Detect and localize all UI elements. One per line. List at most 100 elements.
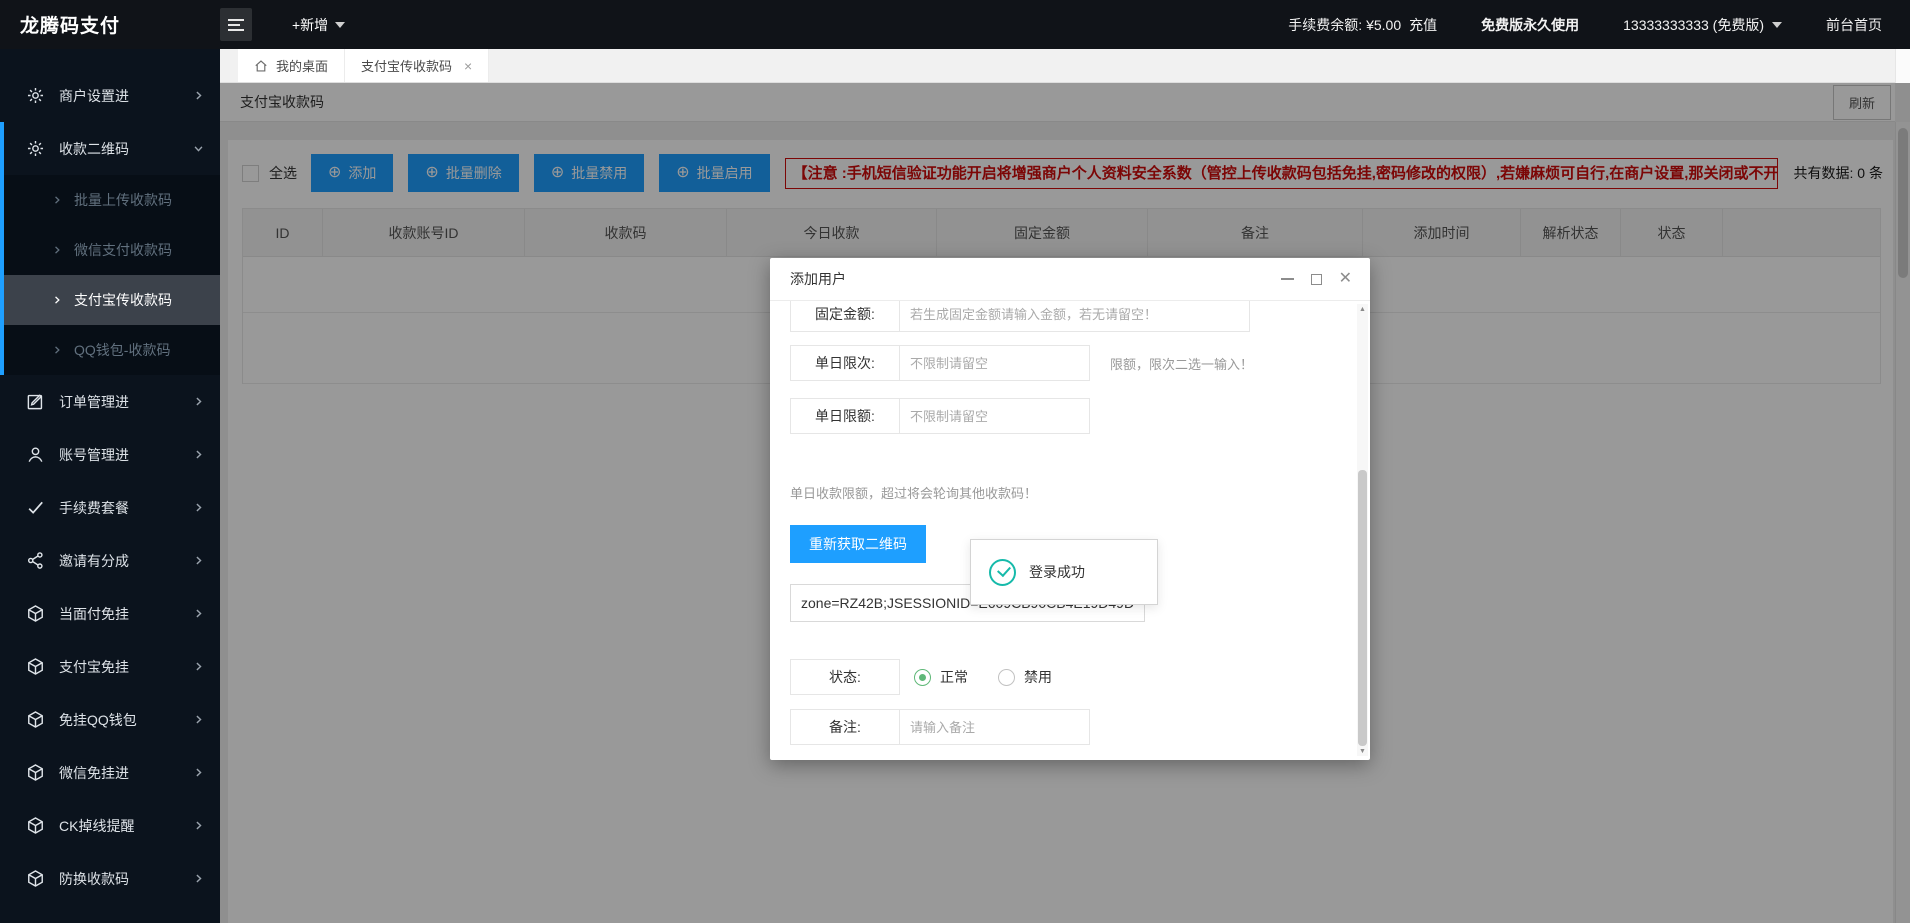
menu-toggle-button[interactable] xyxy=(220,8,252,41)
plus-circle-icon: ⊕ xyxy=(425,165,438,181)
sidebar-group: 商户设置进 xyxy=(0,69,220,122)
column-header-状态: 状态 xyxy=(1621,209,1723,256)
batch-delete-button[interactable]: ⊕ 批量删除 xyxy=(408,154,518,192)
chevron-right-icon xyxy=(193,555,204,566)
sidebar-group: 防换收款码 xyxy=(0,852,220,905)
sidebar-item-label: 当面付免挂 xyxy=(59,604,129,624)
sidebar-submenu: 批量上传收款码微信支付收款码支付宝传收款码QQ钱包-收款码 xyxy=(4,175,220,375)
select-all-checkbox[interactable] xyxy=(242,165,259,182)
sidebar-item-label: 收款二维码 xyxy=(59,139,129,159)
chevron-down-icon xyxy=(193,143,204,154)
success-check-icon xyxy=(989,559,1016,586)
daily-amount-row: 单日限额: xyxy=(790,398,1090,434)
sidebar-item-label: 免挂QQ钱包 xyxy=(59,710,137,730)
sidebar-item-支付宝免挂[interactable]: 支付宝免挂 xyxy=(4,640,220,693)
recharge-link[interactable]: 充值 xyxy=(1409,15,1437,35)
sidebar-item-邀请有分成[interactable]: 邀请有分成 xyxy=(4,534,220,587)
sidebar-item-label: 商户设置进 xyxy=(59,86,129,106)
sidebar-item-label: 微信免挂进 xyxy=(59,763,129,783)
new-add-label: +新增 xyxy=(292,15,328,35)
button-label: 添加 xyxy=(348,163,376,183)
sidebar-item-微信免挂进[interactable]: 微信免挂进 xyxy=(4,746,220,799)
hamburger-icon xyxy=(228,19,244,21)
column-header-固定金额: 固定金额 xyxy=(937,209,1148,256)
status-radio-禁用[interactable]: 禁用 xyxy=(998,667,1052,687)
minimize-button[interactable] xyxy=(1281,278,1294,280)
edit-icon xyxy=(26,392,45,411)
remark-input[interactable] xyxy=(900,709,1090,745)
edition-badge: 免费版永久使用 xyxy=(1481,15,1579,35)
scroll-down-icon[interactable]: ▼ xyxy=(1357,746,1368,756)
sidebar-group: 手续费套餐 xyxy=(0,481,220,534)
tab-我的桌面[interactable]: 我的桌面 xyxy=(238,49,345,82)
maximize-button[interactable] xyxy=(1311,274,1322,285)
daily-amount-label: 单日限额: xyxy=(790,398,900,434)
plus-circle-icon: ⊕ xyxy=(328,165,341,181)
window-controls: ✕ xyxy=(1281,271,1352,287)
daily-amount-input[interactable] xyxy=(900,398,1090,434)
chevron-right-icon xyxy=(52,195,62,205)
frontend-home-link[interactable]: 前台首页 xyxy=(1826,15,1882,35)
chevron-right-icon xyxy=(193,90,204,101)
tab-支付宝传收款码[interactable]: 支付宝传收款码 × xyxy=(345,49,489,82)
column-header-收款账号ID: 收款账号ID xyxy=(323,209,525,256)
batch-enable-button[interactable]: ⊕ 批量启用 xyxy=(659,154,769,192)
close-button[interactable]: ✕ xyxy=(1339,271,1352,287)
new-add-dropdown[interactable]: +新增 xyxy=(292,15,345,35)
button-label: 批量启用 xyxy=(697,163,753,183)
fixed-amount-label: 固定金额: xyxy=(790,301,900,332)
sidebar-subitem-QQ钱包-收款码[interactable]: QQ钱包-收款码 xyxy=(4,325,220,375)
sidebar-subitem-微信支付收款码[interactable]: 微信支付收款码 xyxy=(4,225,220,275)
modal-title: 添加用户 xyxy=(790,269,846,289)
modal-body: 固定金额: 单日限次: 限额，限次二选一输入！ 单日限额: 单日收款限额，超过将… xyxy=(770,301,1356,760)
sidebar-item-免挂QQ钱包[interactable]: 免挂QQ钱包 xyxy=(4,693,220,746)
sidebar-group: CK掉线提醒 xyxy=(0,799,220,852)
radio-label: 正常 xyxy=(940,667,968,687)
sidebar-item-收款二维码[interactable]: 收款二维码 xyxy=(4,122,220,175)
table-header-row: ID收款账号ID收款码今日收款固定金额备注添加时间解析状态状态 xyxy=(243,209,1880,257)
page-scrollbar-thumb[interactable] xyxy=(1898,128,1908,278)
tab-label: 支付宝传收款码 xyxy=(361,56,452,75)
sidebar-item-label: 手续费套餐 xyxy=(59,498,129,518)
sidebar-item-手续费套餐[interactable]: 手续费套餐 xyxy=(4,481,220,534)
page-scrollbar[interactable] xyxy=(1895,122,1910,923)
modal-scrollbar-thumb[interactable] xyxy=(1358,470,1367,746)
account-dropdown[interactable]: 13333333333 (免费版) xyxy=(1623,15,1782,35)
sidebar-item-账号管理进[interactable]: 账号管理进 xyxy=(4,428,220,481)
sidebar-subitem-支付宝传收款码[interactable]: 支付宝传收款码 xyxy=(4,275,220,325)
sidebar-item-当面付免挂[interactable]: 当面付免挂 xyxy=(4,587,220,640)
status-radio-正常[interactable]: 正常 xyxy=(914,667,968,687)
login-success-toast: 登录成功 xyxy=(970,539,1158,605)
fixed-amount-input[interactable] xyxy=(900,301,1250,332)
scroll-up-icon[interactable]: ▲ xyxy=(1357,304,1368,314)
sidebar-item-label: CK掉线提醒 xyxy=(59,816,134,836)
cube-icon xyxy=(26,657,45,676)
modal-scrollbar[interactable]: ▲ ▼ xyxy=(1357,304,1368,756)
add-button[interactable]: ⊕ 添加 xyxy=(311,154,393,192)
sidebar-item-商户设置进[interactable]: 商户设置进 xyxy=(4,69,220,122)
toast-message: 登录成功 xyxy=(1029,562,1085,582)
page-scrollbar-top[interactable] xyxy=(1895,49,1910,83)
tab-close-icon[interactable]: × xyxy=(464,58,472,74)
sidebar-item-CK掉线提醒[interactable]: CK掉线提醒 xyxy=(4,799,220,852)
button-label: 批量删除 xyxy=(446,163,502,183)
sidebar-item-订单管理进[interactable]: 订单管理进 xyxy=(4,375,220,428)
cube-icon xyxy=(26,816,45,835)
sidebar-group: 支付宝免挂 xyxy=(0,640,220,693)
refetch-qrcode-button[interactable]: 重新获取二维码 xyxy=(790,525,926,563)
chevron-right-icon xyxy=(52,295,62,305)
sidebar: 商户设置进收款二维码批量上传收款码微信支付收款码支付宝传收款码QQ钱包-收款码订… xyxy=(0,49,220,923)
sms-notice: 【注意 :手机短信验证功能开启将增强商户个人资料安全系数（管控上传收款码包括免挂… xyxy=(785,158,1778,189)
batch-disable-button[interactable]: ⊕批量禁用 xyxy=(534,154,644,192)
sidebar-subitem-批量上传收款码[interactable]: 批量上传收款码 xyxy=(4,175,220,225)
user-icon xyxy=(26,445,45,464)
refresh-button[interactable]: 刷新 xyxy=(1833,85,1891,120)
daily-count-input[interactable] xyxy=(900,345,1090,381)
cube-icon xyxy=(26,763,45,782)
sidebar-item-防换收款码[interactable]: 防换收款码 xyxy=(4,852,220,905)
plus-circle-icon: ⊕ xyxy=(676,165,689,181)
status-label: 状态: xyxy=(790,659,900,695)
check-icon xyxy=(26,498,45,517)
sidebar-group: 订单管理进 xyxy=(0,375,220,428)
cube-icon xyxy=(26,710,45,729)
